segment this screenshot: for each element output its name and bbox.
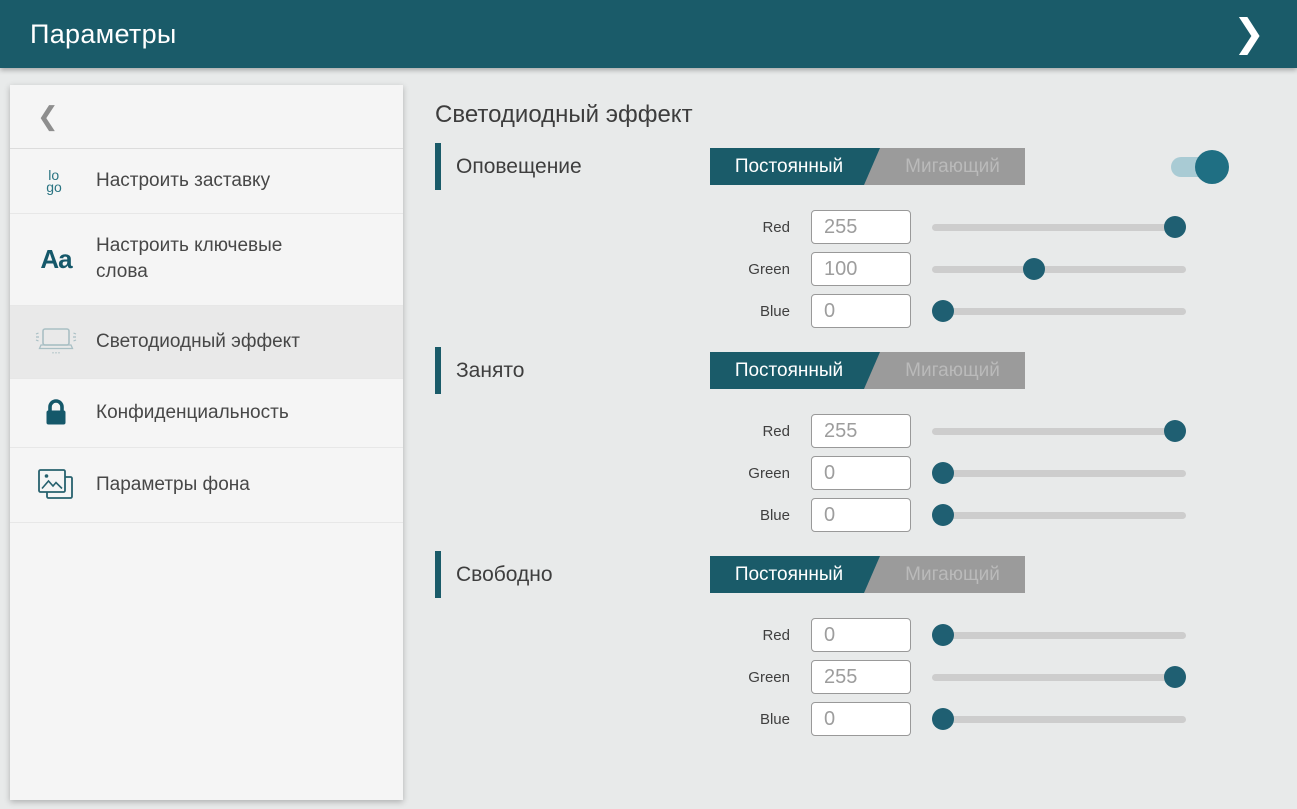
mode-constant-button[interactable]: Постоянный bbox=[710, 148, 880, 185]
slider-thumb[interactable] bbox=[932, 624, 954, 646]
green-label: Green bbox=[700, 261, 790, 278]
blue-slider[interactable] bbox=[932, 702, 1186, 736]
red-label: Red bbox=[700, 627, 790, 644]
section-label: Оповещение bbox=[456, 155, 582, 179]
slider-track[interactable] bbox=[932, 224, 1186, 231]
led-monitor-icon bbox=[32, 325, 80, 359]
settings-sidebar: ❮ lo go Настроить заставку Aa Настроить … bbox=[10, 85, 403, 800]
red-value-input[interactable] bbox=[811, 618, 911, 652]
led-effect-panel: Светодиодный эффект Оповещение Мигающий … bbox=[403, 68, 1297, 809]
blue-slider[interactable] bbox=[932, 498, 1186, 532]
lock-icon bbox=[32, 398, 80, 428]
page-title: Параметры bbox=[30, 19, 177, 50]
mode-constant-button[interactable]: Постоянный bbox=[710, 352, 880, 389]
blue-label: Blue bbox=[700, 507, 790, 524]
sidebar-item-privacy[interactable]: Конфиденциальность bbox=[10, 379, 403, 448]
red-value-input[interactable] bbox=[811, 210, 911, 244]
mode-blinking-button[interactable]: Мигающий bbox=[880, 352, 1025, 389]
slider-thumb[interactable] bbox=[1164, 420, 1186, 442]
section-label: Свободно bbox=[456, 563, 553, 587]
slider-thumb[interactable] bbox=[932, 462, 954, 484]
sidebar-item-background[interactable]: Параметры фона bbox=[10, 448, 403, 523]
red-value-input[interactable] bbox=[811, 414, 911, 448]
keywords-icon: Aa bbox=[32, 244, 80, 275]
sidebar-item-screensaver[interactable]: lo go Настроить заставку bbox=[10, 149, 403, 214]
rgb-row-blue: Blue bbox=[700, 498, 1227, 532]
chevron-right-icon[interactable]: ❯ bbox=[1225, 15, 1273, 53]
sidebar-item-keywords[interactable]: Aa Настроить ключевые слова bbox=[10, 214, 403, 305]
slider-thumb[interactable] bbox=[932, 300, 954, 322]
sidebar-item-label: Настроить ключевые слова bbox=[96, 233, 314, 285]
slider-thumb[interactable] bbox=[1164, 216, 1186, 238]
switch-thumb[interactable] bbox=[1195, 150, 1229, 184]
blue-label: Blue bbox=[700, 711, 790, 728]
rgb-row-red: Red bbox=[700, 414, 1227, 448]
slider-thumb[interactable] bbox=[932, 708, 954, 730]
slider-thumb[interactable] bbox=[1164, 666, 1186, 688]
keywords-icon-text: Aa bbox=[40, 244, 71, 275]
logo-icon: lo go bbox=[32, 169, 80, 193]
red-slider[interactable] bbox=[932, 414, 1186, 448]
mode-toggle-notification: Мигающий Постоянный bbox=[710, 148, 1025, 185]
panel-title: Светодиодный эффект bbox=[435, 101, 1227, 129]
mode-toggle-free: Мигающий Постоянный bbox=[710, 556, 1025, 593]
green-value-input[interactable] bbox=[811, 660, 911, 694]
blue-value-input[interactable] bbox=[811, 294, 911, 328]
slider-thumb[interactable] bbox=[1023, 258, 1045, 280]
section-notification: Оповещение Мигающий Постоянный Red Gre bbox=[435, 143, 1227, 328]
slider-track[interactable] bbox=[932, 716, 1186, 723]
sidebar-item-label: Параметры фона bbox=[96, 472, 250, 498]
green-value-input[interactable] bbox=[811, 252, 911, 286]
green-slider[interactable] bbox=[932, 252, 1186, 286]
slider-track[interactable] bbox=[932, 512, 1186, 519]
section-free: Свободно Мигающий Постоянный Red Green bbox=[435, 551, 1227, 736]
rgb-row-green: Green bbox=[700, 252, 1227, 286]
green-slider[interactable] bbox=[932, 660, 1186, 694]
blue-value-input[interactable] bbox=[811, 702, 911, 736]
rgb-row-blue: Blue bbox=[700, 702, 1227, 736]
red-label: Red bbox=[700, 423, 790, 440]
rgb-row-green: Green bbox=[700, 660, 1227, 694]
red-slider[interactable] bbox=[932, 618, 1186, 652]
sidebar-collapse-button[interactable]: ❮ bbox=[10, 85, 403, 149]
red-slider[interactable] bbox=[932, 210, 1186, 244]
mode-toggle-busy: Мигающий Постоянный bbox=[710, 352, 1025, 389]
green-label: Green bbox=[700, 465, 790, 482]
blue-label: Blue bbox=[700, 303, 790, 320]
mode-blinking-button[interactable]: Мигающий bbox=[880, 556, 1025, 593]
green-slider[interactable] bbox=[932, 456, 1186, 490]
led-enable-switch[interactable] bbox=[1171, 149, 1227, 185]
green-value-input[interactable] bbox=[811, 456, 911, 490]
red-label: Red bbox=[700, 219, 790, 236]
slider-track[interactable] bbox=[932, 308, 1186, 315]
section-accent-bar bbox=[435, 143, 441, 190]
section-busy: Занято Мигающий Постоянный Red Green bbox=[435, 347, 1227, 532]
slider-thumb[interactable] bbox=[932, 504, 954, 526]
sidebar-item-label: Конфиденциальность bbox=[96, 400, 289, 426]
background-images-icon bbox=[32, 467, 80, 503]
slider-track[interactable] bbox=[932, 632, 1186, 639]
sidebar-item-led-effect[interactable]: Светодиодный эффект bbox=[10, 306, 403, 379]
mode-constant-button[interactable]: Постоянный bbox=[710, 556, 880, 593]
slider-track[interactable] bbox=[932, 674, 1186, 681]
rgb-row-blue: Blue bbox=[700, 294, 1227, 328]
app-header: Параметры ❯ bbox=[0, 0, 1297, 68]
section-accent-bar bbox=[435, 347, 441, 394]
rgb-row-green: Green bbox=[700, 456, 1227, 490]
slider-track[interactable] bbox=[932, 266, 1186, 273]
sidebar-item-label: Настроить заставку bbox=[96, 168, 270, 194]
section-accent-bar bbox=[435, 551, 441, 598]
section-label: Занято bbox=[456, 359, 524, 383]
blue-value-input[interactable] bbox=[811, 498, 911, 532]
slider-track[interactable] bbox=[932, 428, 1186, 435]
rgb-row-red: Red bbox=[700, 618, 1227, 652]
slider-track[interactable] bbox=[932, 470, 1186, 477]
green-label: Green bbox=[700, 669, 790, 686]
blue-slider[interactable] bbox=[932, 294, 1186, 328]
sidebar-item-label: Светодиодный эффект bbox=[96, 329, 300, 355]
logo-icon-text-bottom: go bbox=[46, 181, 62, 193]
rgb-row-red: Red bbox=[700, 210, 1227, 244]
chevron-left-icon: ❮ bbox=[37, 101, 59, 132]
mode-blinking-button[interactable]: Мигающий bbox=[880, 148, 1025, 185]
